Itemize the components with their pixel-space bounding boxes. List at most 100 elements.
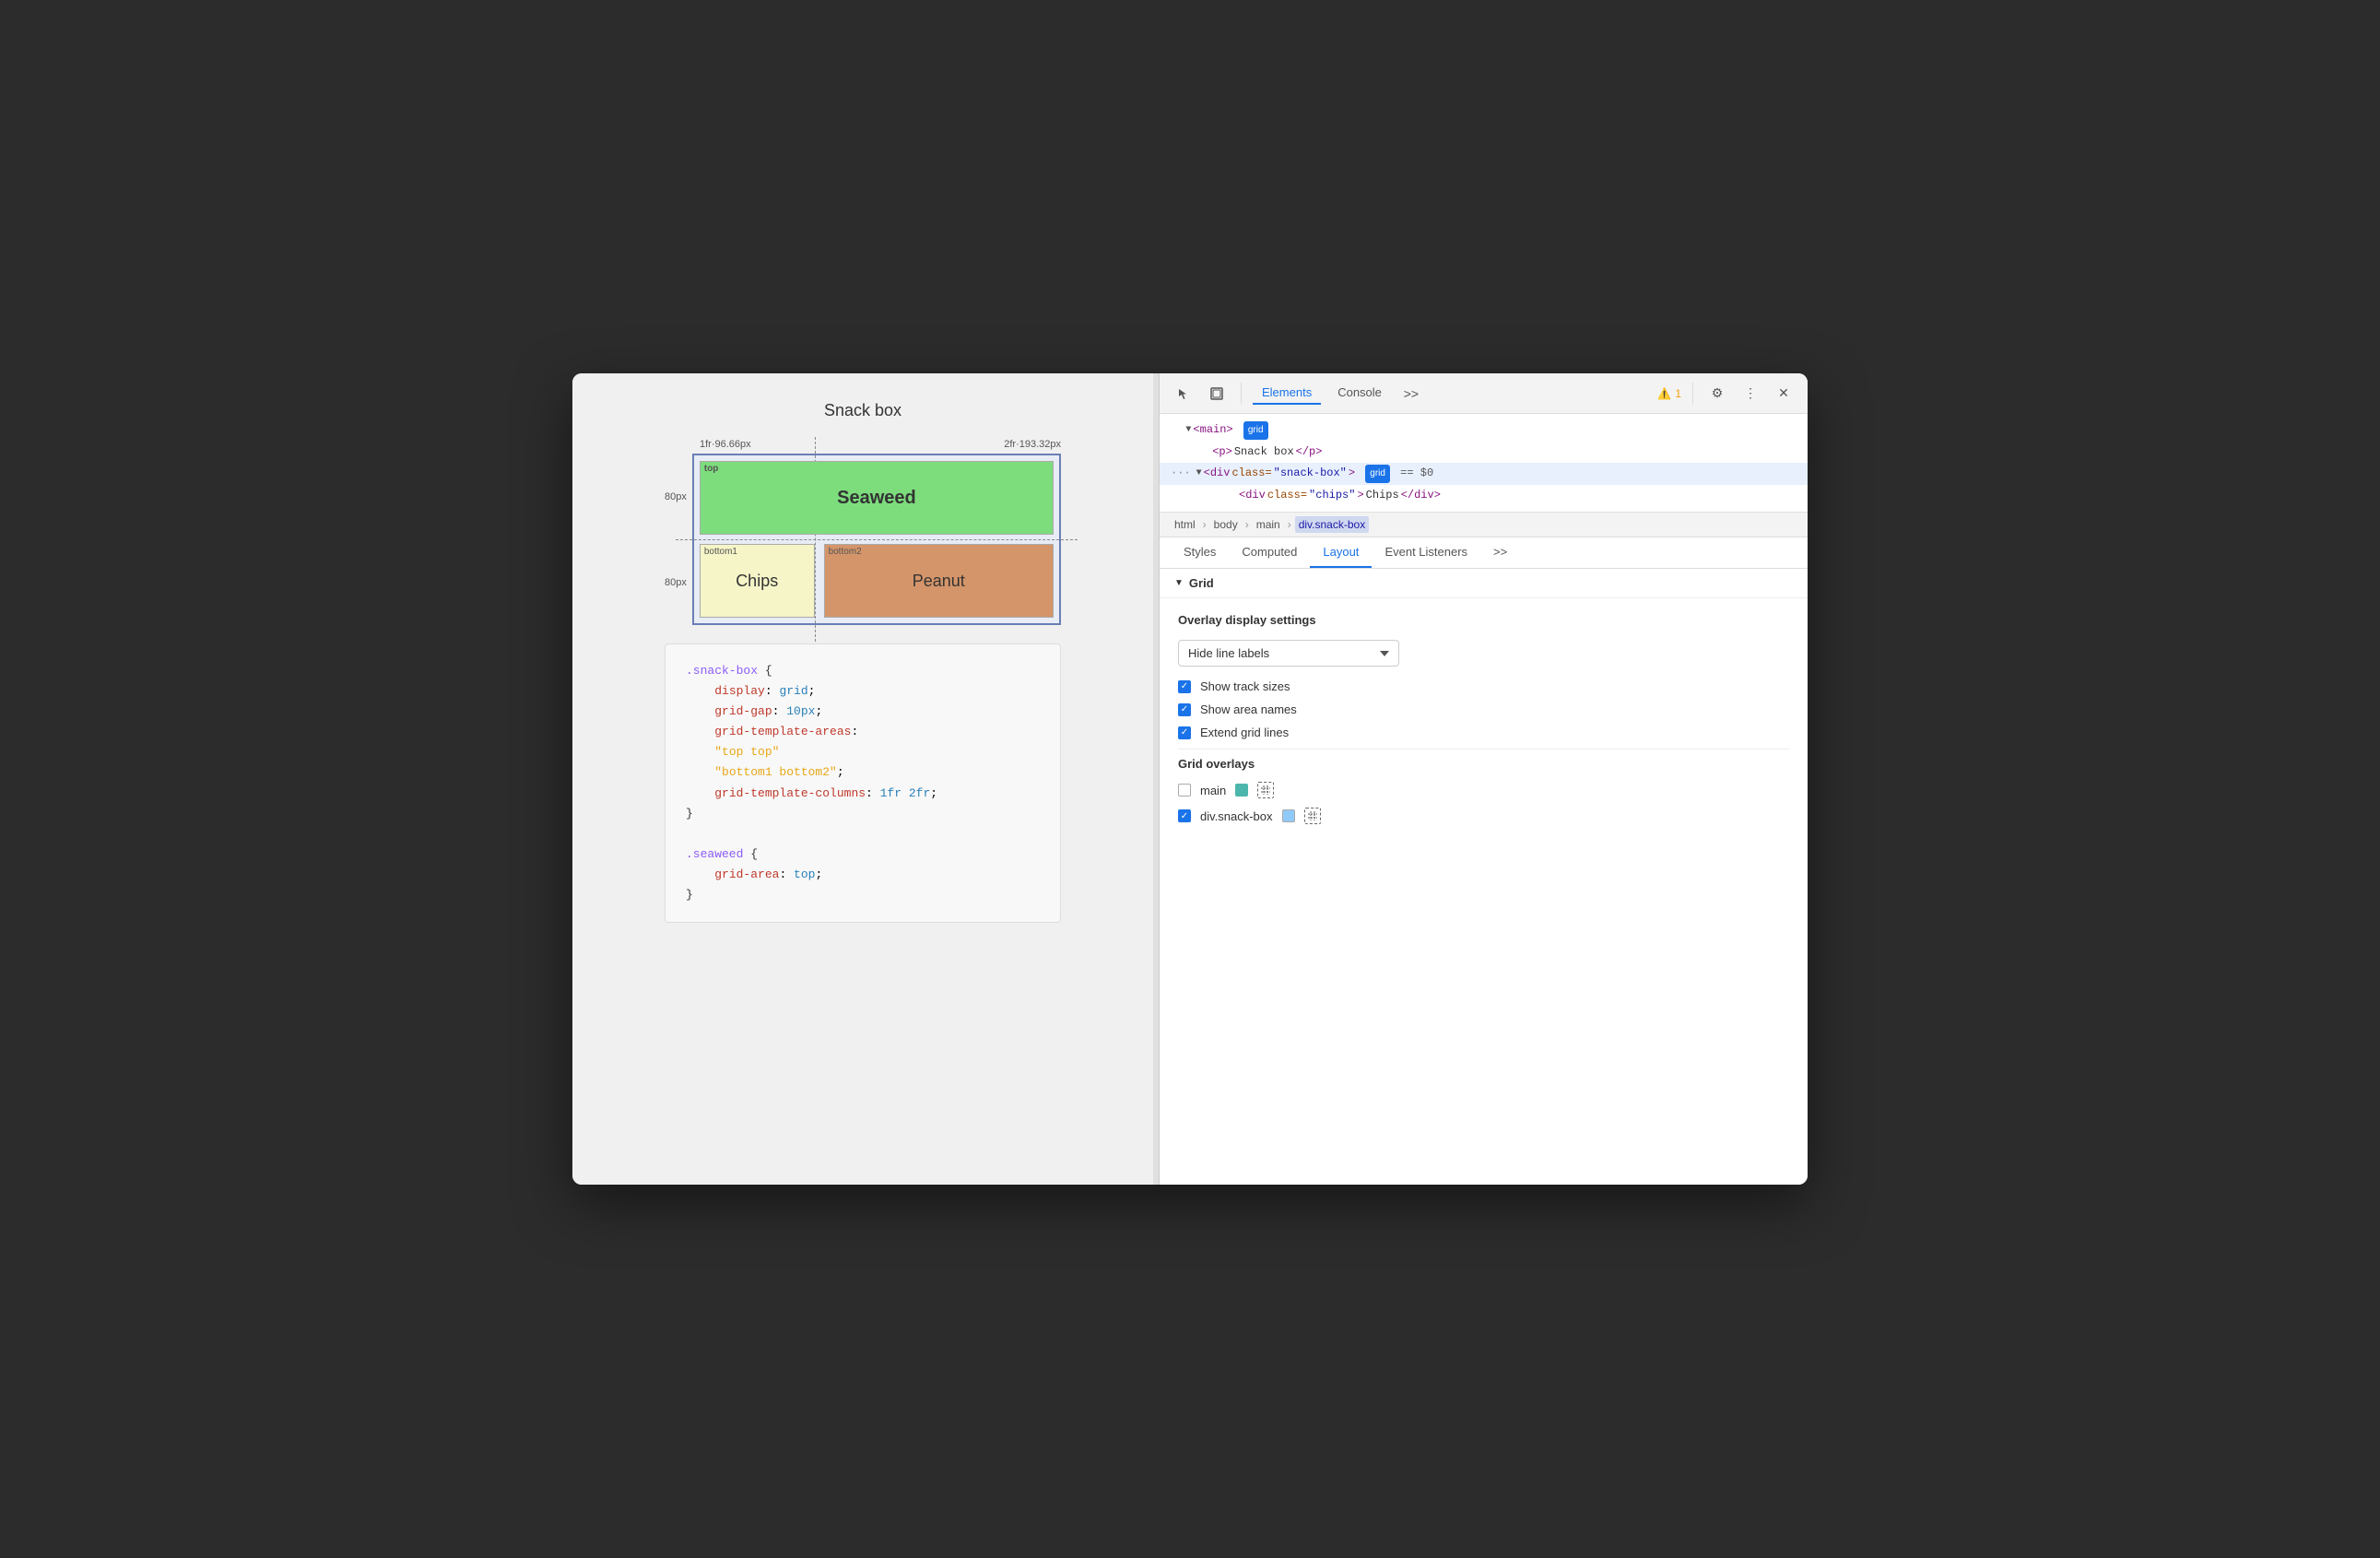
checkbox-extend-grid-lines[interactable] [1178,726,1191,739]
toolbar-separator-2 [1692,383,1693,405]
close-btn[interactable]: ✕ [1771,381,1797,407]
toolbar-separator-1 [1241,383,1242,405]
bc-sep-1: › [1203,518,1207,531]
dom-row-main[interactable]: ▼ <main> grid [1160,419,1808,442]
tab-elements[interactable]: Elements [1253,382,1321,405]
dom-attr-value-snack-box: "snack-box" [1274,464,1347,484]
code-panel: .snack-box { display: grid; grid-gap: 10… [665,643,1061,923]
swatch-main [1235,784,1248,797]
dom-indent [1171,420,1184,441]
dom-badge-grid-2: grid [1365,465,1390,483]
panel-content: ▼ Grid Overlay display settings Hide lin… [1160,569,1808,1185]
grid-icon-snack-box[interactable] [1304,808,1321,824]
bc-div-snack-box[interactable]: div.snack-box [1295,516,1369,533]
tab-more[interactable]: >> [1480,537,1520,568]
main-area: Snack box 1fr·96.66px 2fr·193.32px 80px … [572,373,1808,1185]
row-height-1: 80px [665,491,687,502]
bc-main[interactable]: main [1253,516,1284,533]
track-label-2: 2fr·193.32px [1004,439,1061,450]
dom-indent-2 [1171,443,1210,463]
dom-arrow: ▼ [1185,422,1191,439]
grid-demo-container: 1fr·96.66px 2fr·193.32px 80px 80px top S… [665,439,1061,625]
dom-arrow-2: ▼ [1196,466,1202,482]
dom-indent-3 [1171,486,1237,506]
checkbox-show-area-names[interactable] [1178,703,1191,716]
warning-icon: ⚠️ [1657,387,1671,400]
code-block-2: .seaweed { grid-area: top; } [686,844,1040,905]
grid-track-labels: 1fr·96.66px 2fr·193.32px [665,439,1061,454]
bc-body[interactable]: body [1210,516,1242,533]
dom-dots: ··· [1171,464,1191,484]
dom-row-p[interactable]: <p> Snack box </p> [1160,442,1808,464]
dom-attr-chips: class= [1267,486,1307,506]
checkbox-label-extend-grid: Extend grid lines [1200,726,1289,739]
grid-section-title: Grid [1189,576,1214,590]
dom-tag-chips-open: <div [1239,486,1266,506]
cell-bottom2: bottom2 Peanut [824,544,1054,618]
dom-row-chips[interactable]: <div class= "chips" > Chips </div> [1160,485,1808,507]
section-body: Overlay display settings Hide line label… [1160,598,1808,848]
checkbox-label-area-names: Show area names [1200,702,1297,716]
dom-text-chips: Chips [1366,486,1399,506]
warning-count: 1 [1675,387,1681,400]
viewport: Snack box 1fr·96.66px 2fr·193.32px 80px … [572,373,1153,1185]
tab-styles[interactable]: Styles [1171,537,1229,568]
bc-html[interactable]: html [1171,516,1199,533]
panel-tabs: Styles Computed Layout Event Listeners >… [1160,537,1808,569]
dom-tag-div-open: <div [1204,464,1231,484]
dom-attr-class: class= [1231,464,1271,484]
row-height-2: 80px [665,577,687,588]
cell-top-text: Seaweed [837,488,916,509]
viewport-title: Snack box [824,401,901,420]
devtools-toolbar: Elements Console >> ⚠️ 1 ⚙ ⋮ ✕ [1160,373,1808,414]
area-bottom1-label: bottom1 [704,547,737,557]
dom-tree: ▼ <main> grid <p> Snack box </p> ··· ▼ <… [1160,414,1808,513]
cell-bottom1: bottom1 Chips [700,544,815,618]
code-block-1: .snack-box { display: grid; grid-gap: 10… [686,661,1040,824]
checkbox-snack-box-overlay[interactable] [1178,809,1191,822]
grid-demo-row: 80px 80px top Seaweed bottom1 Chips [665,454,1061,625]
overlay-label-snack-box: div.snack-box [1200,809,1273,823]
inspect-icon-btn[interactable] [1204,381,1230,407]
grid-icon-main[interactable] [1257,782,1274,798]
checkbox-show-track-sizes[interactable] [1178,680,1191,693]
dom-tag-main: <main> [1193,420,1232,441]
dom-badge-grid: grid [1243,421,1268,440]
dom-row-div-snack-box[interactable]: ··· ▼ <div class= "snack-box" > grid == … [1160,463,1808,485]
overlay-label-main: main [1200,784,1226,797]
tab-computed[interactable]: Computed [1229,537,1310,568]
more-options-btn[interactable]: ⋮ [1738,381,1763,407]
cursor-icon-btn[interactable] [1171,381,1196,407]
checkbox-row-extend-grid: Extend grid lines [1178,726,1789,739]
checkbox-row-area-names: Show area names [1178,702,1789,716]
dom-tag-div-close-bracket: > [1349,464,1355,484]
track-label-1: 1fr·96.66px [700,439,751,450]
cell-bottom2-text: Peanut [913,572,965,591]
checkbox-label-track-sizes: Show track sizes [1200,679,1290,693]
dom-text-p: Snack box [1234,443,1294,463]
tab-event-listeners[interactable]: Event Listeners [1372,537,1480,568]
browser-window: Snack box 1fr·96.66px 2fr·193.32px 80px … [572,373,1808,1185]
checkbox-row-track-sizes: Show track sizes [1178,679,1789,693]
checkbox-main-overlay[interactable] [1178,784,1191,797]
warning-badge[interactable]: ⚠️ 1 [1657,387,1681,400]
dom-eq: == $0 [1400,464,1433,484]
code-selector-1: .snack-box [686,664,758,678]
bc-sep-2: › [1245,518,1249,531]
dom-tag-p-close: </p> [1296,443,1323,463]
area-bottom2-label: bottom2 [829,547,862,557]
more-tabs-btn[interactable]: >> [1398,381,1424,407]
grid-triangle: ▼ [1174,578,1184,588]
tab-layout[interactable]: Layout [1310,537,1372,568]
tab-console[interactable]: Console [1328,382,1391,405]
overlay-dropdown[interactable]: Hide line labels Show line numbers Show … [1178,640,1399,667]
settings-btn[interactable]: ⚙ [1704,381,1730,407]
bc-sep-3: › [1288,518,1291,531]
breadcrumb: html › body › main › div.snack-box [1160,513,1808,537]
grid-section-header: ▼ Grid [1160,569,1808,598]
overlay-row-main: main [1178,782,1789,798]
cell-top: top Seaweed [700,461,1054,535]
dom-attr-value-chips: "chips" [1309,486,1355,506]
area-top-label: top [704,464,719,474]
devtools-panel: Elements Console >> ⚠️ 1 ⚙ ⋮ ✕ ▼ <main> [1159,373,1808,1185]
